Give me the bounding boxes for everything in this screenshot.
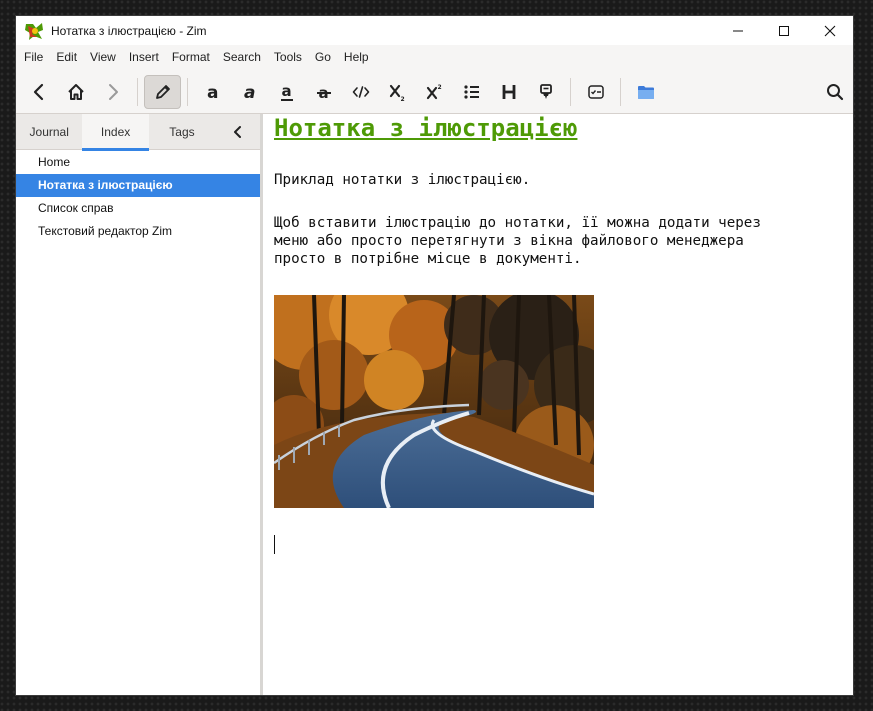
zim-app-icon xyxy=(25,22,43,40)
checkbox-list-icon xyxy=(587,84,604,99)
underline-icon: a xyxy=(280,82,293,101)
page-title[interactable]: Нотатка з ілюстрацією xyxy=(274,114,577,142)
page-index-list: Home Нотатка з ілюстрацією Список справ … xyxy=(16,150,260,243)
close-icon xyxy=(824,25,836,36)
svg-text:2: 2 xyxy=(400,96,404,102)
bullet-list-button[interactable] xyxy=(453,75,490,109)
open-folder-button[interactable] xyxy=(627,75,664,109)
subscript-icon: 2 xyxy=(389,84,404,102)
sidebar-tabs: Journal Index Tags xyxy=(16,114,260,151)
close-button[interactable] xyxy=(807,16,853,45)
edit-mode-toggle[interactable] xyxy=(144,74,181,109)
tab-index[interactable]: Index xyxy=(82,114,150,151)
code-button[interactable] xyxy=(342,75,379,109)
italic-icon: a xyxy=(244,83,255,102)
bold-icon: a xyxy=(207,83,218,102)
index-item-zim-editor[interactable]: Текстовий редактор Zim xyxy=(16,220,260,243)
bold-button[interactable]: a xyxy=(194,75,231,109)
tab-tags[interactable]: Tags xyxy=(149,114,215,150)
toolbar-separator xyxy=(570,77,571,106)
highlight-marker-icon xyxy=(539,83,552,99)
paragraph-instructions[interactable]: Щоб вставити ілюстрацію до нотатки, її м… xyxy=(274,214,761,268)
svg-text:a: a xyxy=(244,83,255,102)
maximize-button[interactable] xyxy=(761,16,807,45)
toolbar: a a a a 2 2 xyxy=(16,70,853,114)
checkbox-list-button[interactable] xyxy=(577,75,614,109)
folder-icon xyxy=(637,85,654,99)
svg-text:a: a xyxy=(281,82,291,100)
toolbar-separator xyxy=(137,77,138,106)
menu-help[interactable]: Help xyxy=(337,45,375,70)
minimize-icon xyxy=(733,30,743,31)
highlight-button[interactable] xyxy=(527,75,564,109)
menu-bar: File Edit View Insert Format Search Tool… xyxy=(16,45,853,70)
chevron-left-icon xyxy=(233,125,241,138)
forward-icon xyxy=(108,83,118,100)
title-bar: Нотатка з ілюстрацією - Zim xyxy=(16,16,853,45)
collapse-sidebar-button[interactable] xyxy=(215,114,260,149)
tab-journal[interactable]: Journal xyxy=(16,114,82,150)
heading-button[interactable] xyxy=(490,75,527,109)
italic-button[interactable]: a xyxy=(231,75,268,109)
menu-view[interactable]: View xyxy=(83,45,122,70)
forward-button[interactable] xyxy=(94,75,131,109)
search-icon xyxy=(826,83,843,100)
minimize-button[interactable] xyxy=(715,16,761,45)
toolbar-separator xyxy=(187,77,188,106)
index-item-selected[interactable]: Нотатка з ілюстрацією xyxy=(16,174,260,197)
menu-format[interactable]: Format xyxy=(165,45,216,70)
app-window: Нотатка з ілюстрацією - Zim File Edit Vi… xyxy=(15,15,854,696)
superscript-button[interactable]: 2 xyxy=(416,75,453,109)
heading-icon xyxy=(502,84,515,99)
maximize-icon xyxy=(779,25,789,36)
toolbar-separator xyxy=(620,77,621,106)
menu-search[interactable]: Search xyxy=(216,45,267,70)
underline-button[interactable]: a xyxy=(268,75,305,109)
strikethrough-button[interactable]: a xyxy=(305,75,342,109)
menu-go[interactable]: Go xyxy=(308,45,337,70)
home-icon xyxy=(67,83,84,100)
subscript-button[interactable]: 2 xyxy=(379,75,416,109)
menu-file[interactable]: File xyxy=(17,45,49,70)
back-button[interactable] xyxy=(20,75,57,109)
menu-tools[interactable]: Tools xyxy=(267,45,308,70)
search-button[interactable] xyxy=(816,75,853,109)
back-icon xyxy=(33,83,43,100)
edit-pencil-icon xyxy=(155,84,170,99)
text-cursor xyxy=(274,535,275,554)
sidebar: Journal Index Tags Home Нотатка з ілюстр… xyxy=(16,114,263,695)
window-controls xyxy=(715,16,853,45)
bullet-list-icon xyxy=(463,84,479,99)
svg-text:a: a xyxy=(207,83,218,102)
autumn-road-photo[interactable] xyxy=(274,295,594,508)
main-area: Journal Index Tags Home Нотатка з ілюстр… xyxy=(16,114,853,695)
window-title: Нотатка з ілюстрацією - Zim xyxy=(51,23,207,38)
editor-pane[interactable]: Нотатка з ілюстрацією Приклад нотатки з … xyxy=(263,114,853,695)
home-button[interactable] xyxy=(57,75,94,109)
paragraph-intro[interactable]: Приклад нотатки з ілюстрацією. xyxy=(274,171,530,189)
superscript-icon: 2 xyxy=(426,84,441,99)
strikethrough-icon: a xyxy=(316,84,331,102)
code-icon xyxy=(352,85,369,98)
index-item-todo[interactable]: Список справ xyxy=(16,197,260,220)
svg-text:2: 2 xyxy=(437,84,441,91)
menu-edit[interactable]: Edit xyxy=(49,45,83,70)
menu-insert[interactable]: Insert xyxy=(122,45,165,70)
index-item-home[interactable]: Home xyxy=(16,151,260,174)
